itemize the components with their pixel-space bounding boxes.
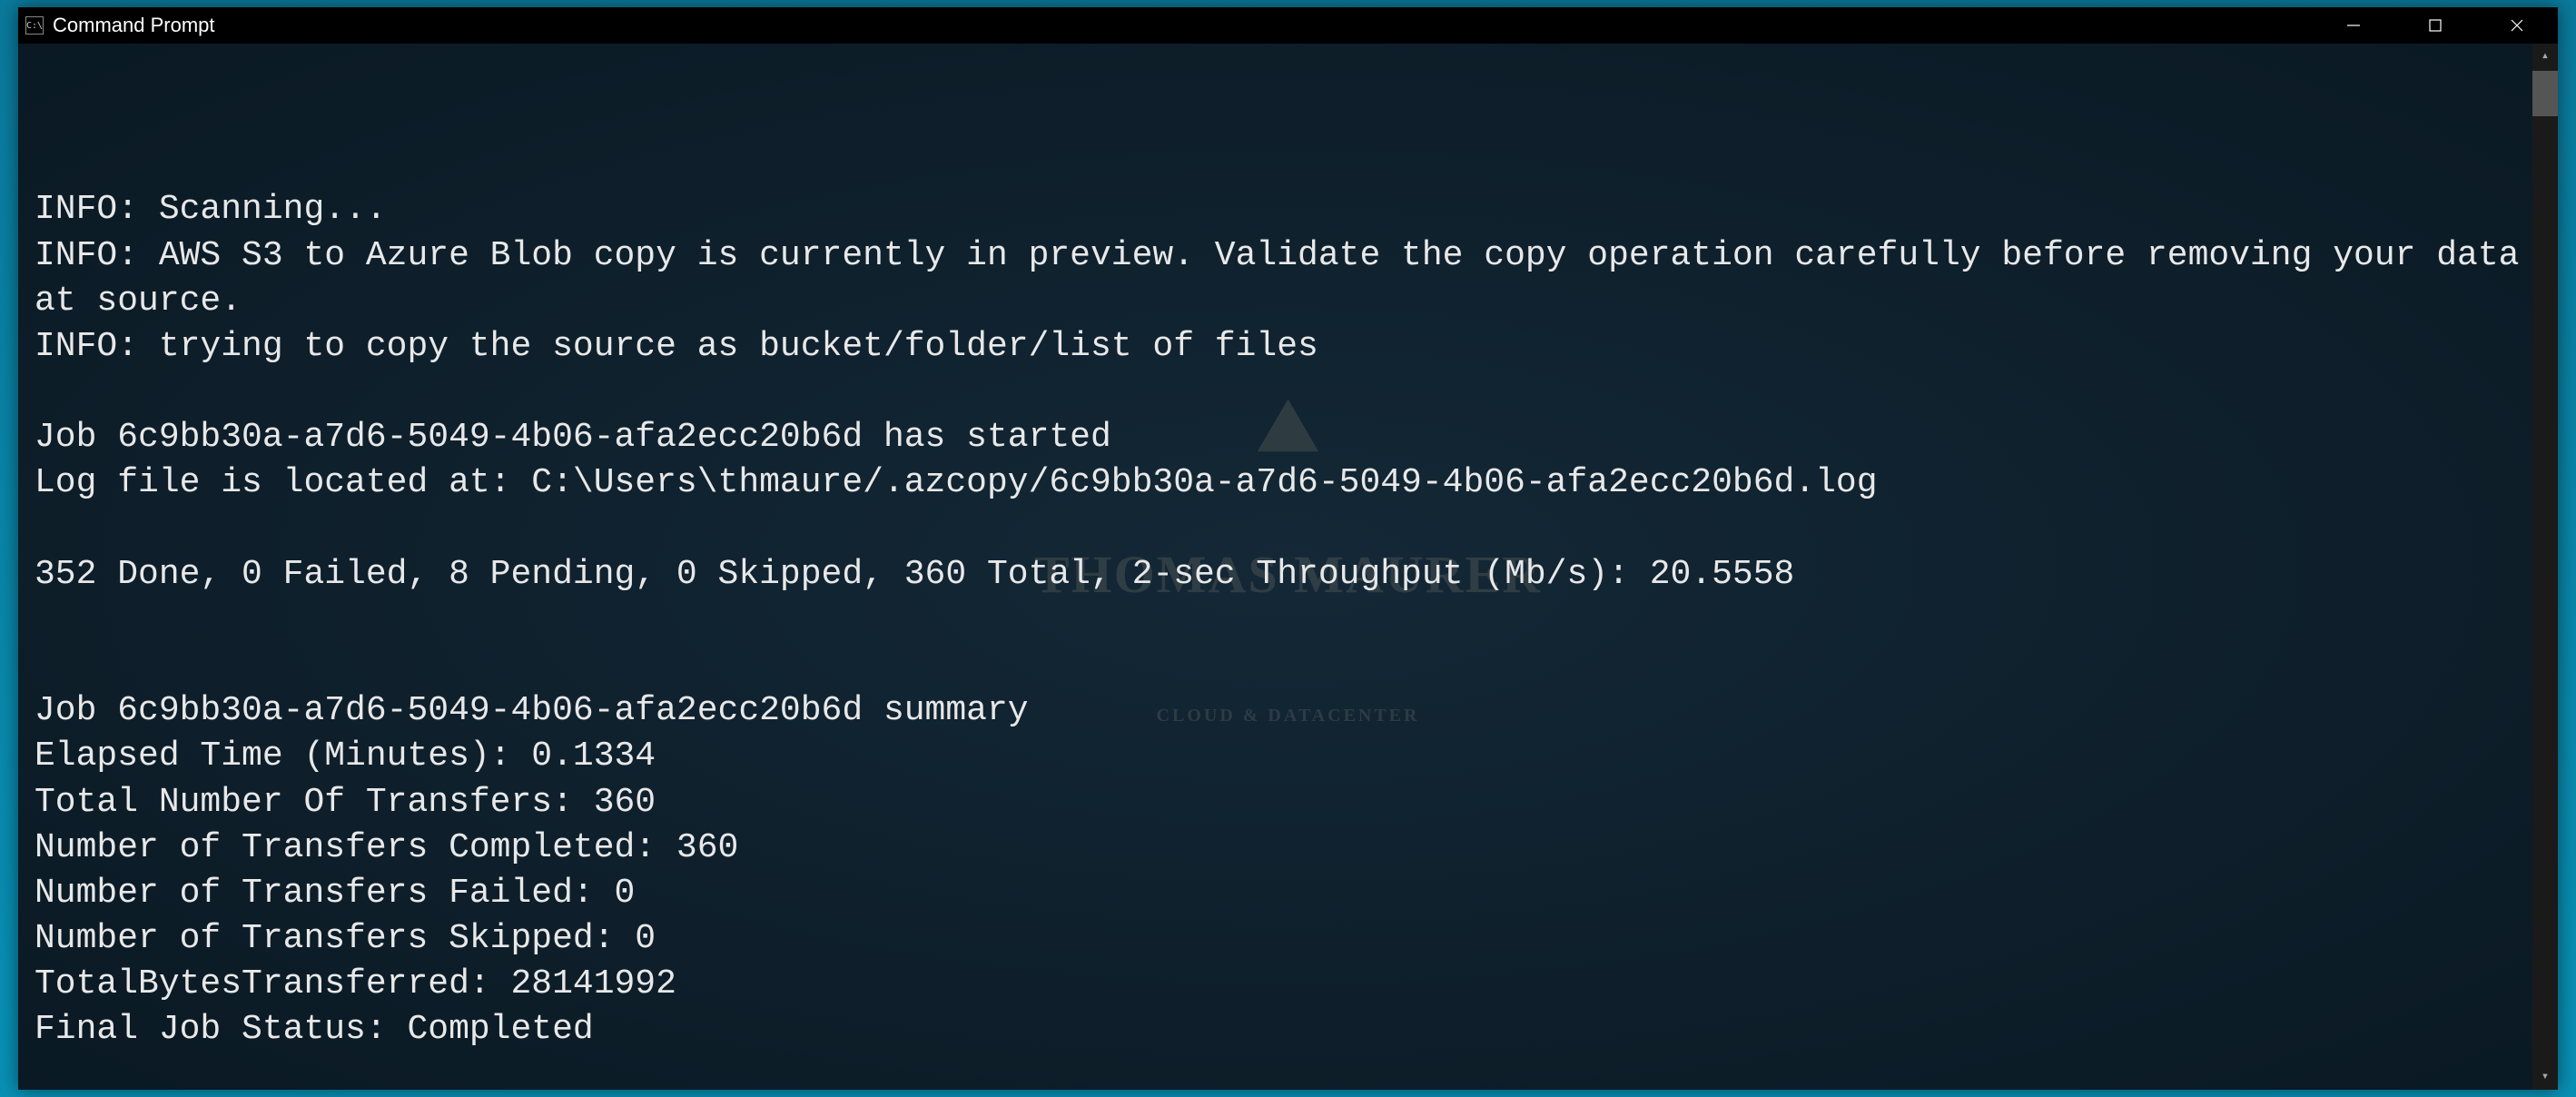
scroll-down-arrow[interactable]: ▾ bbox=[2532, 1064, 2558, 1090]
minimize-button[interactable] bbox=[2313, 7, 2394, 44]
maximize-icon bbox=[2428, 18, 2443, 33]
scroll-up-arrow[interactable]: ▴ bbox=[2532, 44, 2558, 69]
scrollbar[interactable]: ▴ ▾ bbox=[2532, 44, 2558, 1090]
window-controls bbox=[2313, 7, 2558, 44]
terminal-body[interactable]: ⛰ THOMAS MAURER CLOUD & DATACENTER INFO:… bbox=[18, 44, 2558, 1090]
titlebar[interactable]: C:\ Command Prompt bbox=[18, 7, 2558, 44]
window-title: Command Prompt bbox=[53, 14, 2313, 37]
minimize-icon bbox=[2345, 17, 2362, 34]
command-prompt-window: C:\ Command Prompt ⛰ THOMAS MAURER CLOUD… bbox=[18, 7, 2558, 1090]
maximize-button[interactable] bbox=[2394, 7, 2476, 44]
cmd-icon: C:\ bbox=[25, 16, 44, 35]
terminal-output: INFO: Scanning... INFO: AWS S3 to Azure … bbox=[35, 187, 2541, 1090]
scrollbar-thumb[interactable] bbox=[2532, 71, 2558, 116]
close-icon bbox=[2509, 17, 2525, 34]
close-button[interactable] bbox=[2476, 7, 2558, 44]
